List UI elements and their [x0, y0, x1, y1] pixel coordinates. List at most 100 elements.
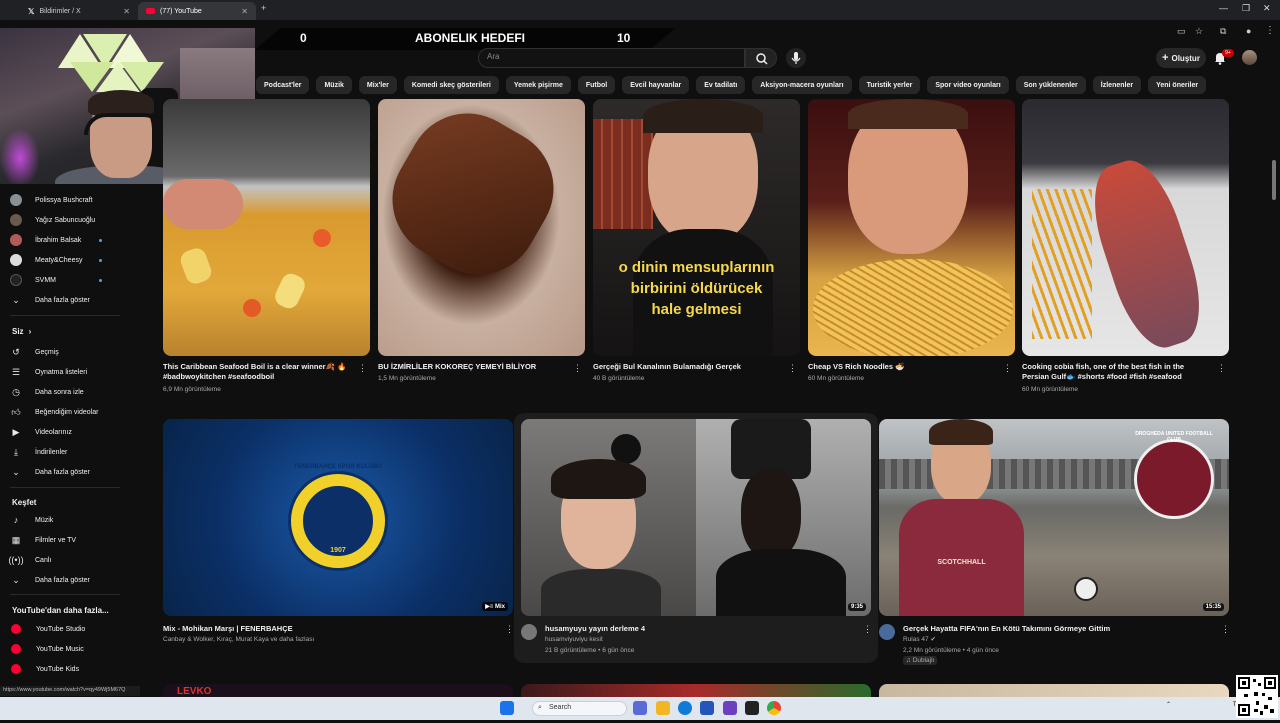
category-chip[interactable]: Aksiyon-macera oyunları — [752, 76, 852, 94]
video-thumbnail[interactable] — [378, 99, 585, 356]
video-title[interactable]: This Caribbean Seafood Boil is a clear w… — [163, 362, 353, 382]
sidebar-item-music[interactable]: ♪ Müzik — [10, 511, 140, 529]
youtube-music-icon — [11, 644, 21, 654]
category-chip[interactable]: Yemek pişirme — [505, 76, 571, 94]
video-thumbnail[interactable]: o dinin mensuplarının birbirini öldürücek… — [593, 99, 800, 356]
sidebar-subscription[interactable]: İbrahim Balsak — [10, 231, 140, 249]
search-button[interactable] — [745, 48, 777, 68]
edge-icon[interactable] — [678, 701, 692, 715]
sidebar-item-yt-music[interactable]: YouTube Music — [10, 640, 140, 658]
maximize-icon[interactable]: ❐ — [1242, 3, 1250, 14]
sidebar-item-label: İndirilenler — [35, 448, 68, 456]
divider — [10, 487, 120, 488]
sidebar-item-watch-later[interactable]: ◷ Daha sonra izle — [10, 383, 140, 401]
video-thumbnail[interactable]: 9:35 — [521, 419, 871, 616]
category-chip[interactable]: İzlenenler — [1092, 76, 1142, 94]
sidebar-item-liked[interactable]: 👍︎ Beğendiğim videolar — [10, 403, 140, 421]
app-icon[interactable] — [723, 701, 737, 715]
video-thumbnail[interactable] — [879, 684, 1229, 698]
new-tab-button[interactable]: + — [261, 3, 266, 13]
video-title[interactable]: Mix - Mohikan Marşı | FENERBAHÇE — [163, 624, 493, 634]
sidebar-item-movies[interactable]: ▦ Filmler ve TV — [10, 531, 140, 549]
close-tab-icon[interactable]: ✕ — [123, 7, 130, 16]
account-avatar[interactable] — [1242, 50, 1257, 65]
more-options-icon[interactable]: ⋮ — [788, 363, 797, 374]
video-title[interactable]: BU İZMİRLİLER KOKOREÇ YEMEYİ BİLİYOR — [378, 362, 568, 372]
sidebar-item-yt-kids[interactable]: YouTube Kids — [10, 660, 140, 678]
channel-name[interactable]: Rulas 47 ✔ — [903, 635, 936, 644]
crest-year: 1907 — [330, 547, 346, 554]
category-chip[interactable]: Yeni öneriler — [1148, 76, 1207, 94]
video-thumbnail[interactable] — [521, 684, 871, 698]
category-chip[interactable]: Ev tadilatı — [696, 76, 746, 94]
sidebar-subscription[interactable]: Polissya Bushcraft — [10, 191, 140, 209]
more-options-icon[interactable]: ⋮ — [358, 363, 367, 374]
category-chip[interactable]: Spor video oyunları — [927, 76, 1009, 94]
search-input[interactable]: Ara — [478, 48, 745, 68]
channel-avatar[interactable] — [521, 624, 537, 640]
video-title[interactable]: husamyuyu yayın derleme 4 — [545, 624, 845, 634]
browser-menu-icon[interactable]: ⋮ — [1265, 25, 1275, 36]
video-thumbnail[interactable] — [808, 99, 1015, 356]
store-icon[interactable] — [700, 701, 714, 715]
bookmark-star-icon[interactable]: ☆ — [1195, 26, 1203, 37]
video-thumbnail[interactable] — [163, 99, 370, 356]
close-window-icon[interactable]: ✕ — [1263, 3, 1271, 14]
category-chip[interactable]: Futbol — [577, 76, 616, 94]
profile-icon[interactable]: ● — [1246, 26, 1251, 36]
sidebar-item-studio[interactable]: YouTube Studio — [10, 620, 140, 638]
category-chip[interactable]: Müzik — [316, 76, 352, 94]
system-tray[interactable]: ⌃ TUR — [1166, 701, 1245, 708]
windows-start-icon[interactable] — [500, 701, 514, 715]
taskbar-search[interactable]: ⌕ Search — [532, 701, 627, 716]
app-icon[interactable] — [745, 701, 759, 715]
you-heading[interactable]: Siz › — [12, 327, 31, 336]
page-scrollbar[interactable] — [1272, 160, 1276, 200]
you-heading-label: Siz — [12, 327, 24, 336]
sidebar-item-downloads[interactable]: ⤓ İndirilenler — [10, 443, 140, 461]
more-options-icon[interactable]: ⋮ — [573, 363, 582, 374]
more-options-icon[interactable]: ⋮ — [1003, 363, 1012, 374]
channel-name[interactable]: husamviyuviyu kesit — [545, 635, 603, 644]
category-chip[interactable]: Podcast'ler — [256, 76, 310, 94]
more-options-icon[interactable]: ⋮ — [1221, 624, 1230, 635]
video-title[interactable]: Cheap VS Rich Noodles 🍜 — [808, 362, 998, 372]
video-thumbnail[interactable]: LEVKO — [163, 684, 513, 698]
video-title[interactable]: Cooking cobia fish, one of the best fish… — [1022, 362, 1212, 382]
category-chip[interactable]: Mix'ler — [358, 76, 397, 94]
more-options-icon[interactable]: ⋮ — [863, 624, 872, 635]
video-thumbnail[interactable] — [1022, 99, 1229, 356]
sidebar-subscription[interactable]: Yağız Sabuncuoğlu — [10, 211, 140, 229]
channel-avatar[interactable] — [879, 624, 895, 640]
extensions-icon[interactable]: ⧉ — [1220, 26, 1226, 37]
video-title[interactable]: Gerçek Hayatta FIFA'nın En Kötü Takımını… — [903, 624, 1213, 634]
voice-search-button[interactable] — [786, 48, 806, 68]
file-explorer-icon[interactable] — [656, 701, 670, 715]
sidebar-subscription[interactable]: SVMM — [10, 271, 140, 289]
close-tab-icon[interactable]: ✕ — [241, 7, 248, 16]
create-button[interactable]: + Oluştur — [1156, 48, 1206, 68]
category-chip[interactable]: Evcil hayvanlar — [622, 76, 690, 94]
sidebar-item-history[interactable]: ↺ Geçmiş — [10, 343, 140, 361]
category-chip[interactable]: Komedi skeç gösterileri — [403, 76, 499, 94]
browser-tab-x[interactable]: 𝕏 Bildirimler / X ✕ — [20, 2, 138, 20]
sidebar-item-your-videos[interactable]: ▶ Videolarınız — [10, 423, 140, 441]
browser-tab-youtube[interactable]: (77) YouTube ✕ — [138, 2, 256, 20]
video-thumbnail[interactable]: FENERBAHÇE SPOR KULÜBÜ 1907 ▶≡ Mix — [163, 419, 513, 616]
show-more-subscriptions[interactable]: ⌄ Daha fazla göster — [10, 291, 140, 309]
more-options-icon[interactable]: ⋮ — [505, 624, 514, 635]
copilot-icon[interactable] — [633, 701, 647, 715]
show-more-explore[interactable]: ⌄ Daha fazla göster — [10, 571, 140, 589]
video-thumbnail[interactable]: SCOTCHHALL DROGHEDA UNITED FOOTBALL CLUB… — [879, 419, 1229, 616]
chrome-icon[interactable] — [767, 701, 781, 715]
sidebar-item-live[interactable]: ((•)) Canlı — [8, 551, 140, 569]
video-title[interactable]: Gerçeği Bul Kanalının Bulamadığı Gerçek — [593, 362, 783, 372]
more-options-icon[interactable]: ⋮ — [1217, 363, 1226, 374]
sidebar-item-playlists[interactable]: ☰ Oynatma listeleri — [10, 363, 140, 381]
show-more-you[interactable]: ⌄ Daha fazla göster — [10, 463, 140, 481]
cast-icon[interactable]: ▭ — [1177, 26, 1186, 37]
minimize-icon[interactable]: — — [1219, 3, 1228, 13]
category-chip[interactable]: Turistik yerler — [858, 76, 921, 94]
category-chip[interactable]: Son yüklenenler — [1015, 76, 1086, 94]
sidebar-subscription[interactable]: Meaty&Cheesy — [10, 251, 140, 269]
